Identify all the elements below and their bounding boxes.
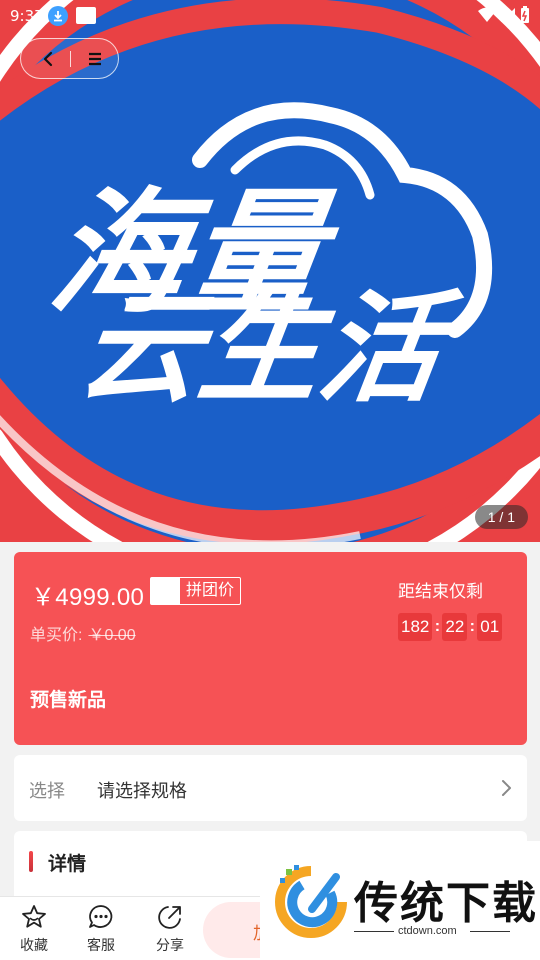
countdown-seconds: 01 <box>477 613 503 641</box>
product-image: 海量 云生活 <box>0 0 540 542</box>
presale-label: 预售新品 <box>30 690 107 711</box>
menu-button[interactable] <box>80 45 110 73</box>
customer-service-label: 客服 <box>87 937 115 953</box>
single-price-label: 单买价: <box>30 627 83 644</box>
group-price: ￥4999.00 <box>31 584 145 611</box>
spec-value: 请选择规格 <box>97 781 187 801</box>
customer-service-button[interactable]: 客服 <box>76 903 126 957</box>
wifi-icon <box>478 7 496 22</box>
watermark-domain: ctdown.com <box>398 925 457 937</box>
product-image-banner[interactable]: 海量 云生活 9:37 1 / 1 <box>0 0 540 542</box>
nav-capsule <box>20 38 119 79</box>
notification-app-icon <box>76 7 96 24</box>
share-button[interactable]: 分享 <box>145 903 195 957</box>
favorite-label: 收藏 <box>20 937 48 953</box>
countdown-timer: 182 : 22 : 01 <box>398 613 503 641</box>
download-notification-icon <box>48 6 68 26</box>
details-accent-bar <box>29 851 33 872</box>
star-icon <box>22 905 46 928</box>
countdown-label: 距结束仅剩 <box>398 582 483 601</box>
nav-divider <box>70 51 71 67</box>
back-button[interactable] <box>33 45 63 73</box>
battery-icon <box>521 6 529 23</box>
spec-selector[interactable]: 选择 请选择规格 <box>14 755 527 821</box>
favorite-button[interactable]: 收藏 <box>9 903 59 957</box>
watermark-rule-left <box>354 931 394 932</box>
price-card: ￥4999.00 拼团价 单买价: ￥0.00 距结束仅剩 182 : 22 : … <box>14 552 527 745</box>
menu-icon <box>89 52 101 66</box>
group-price-tag: 拼团价 <box>150 577 242 605</box>
logo-line-2: 云生活 <box>71 280 467 419</box>
single-price-value: ￥0.00 <box>88 627 136 644</box>
group-price-label: 拼团价 <box>186 582 235 599</box>
watermark-logo <box>275 865 347 938</box>
details-title: 详情 <box>48 854 87 875</box>
status-time: 9:37 <box>10 7 44 25</box>
chevron-left-icon <box>43 51 53 67</box>
countdown-minutes: 22 <box>442 613 468 641</box>
countdown-hours: 182 <box>398 613 433 641</box>
watermark-rule-right <box>470 931 510 932</box>
share-label: 分享 <box>156 937 184 953</box>
image-counter: 1 / 1 <box>474 505 528 529</box>
spec-label: 选择 <box>29 781 65 801</box>
share-icon <box>158 906 181 929</box>
watermark-overlay: 传统下载 ctdown.com <box>260 841 540 960</box>
status-icons <box>478 6 530 24</box>
status-bar: 9:37 <box>0 0 540 32</box>
watermark-brand: 传统下载 <box>354 878 538 929</box>
signal-icon <box>501 8 515 22</box>
single-price: 单买价: ￥0.00 <box>30 621 136 645</box>
chevron-right-icon <box>502 780 511 796</box>
tag-icon-placeholder <box>151 578 180 604</box>
countdown-separator: : <box>469 618 475 635</box>
countdown-separator: : <box>434 618 441 635</box>
chat-icon <box>89 905 113 928</box>
